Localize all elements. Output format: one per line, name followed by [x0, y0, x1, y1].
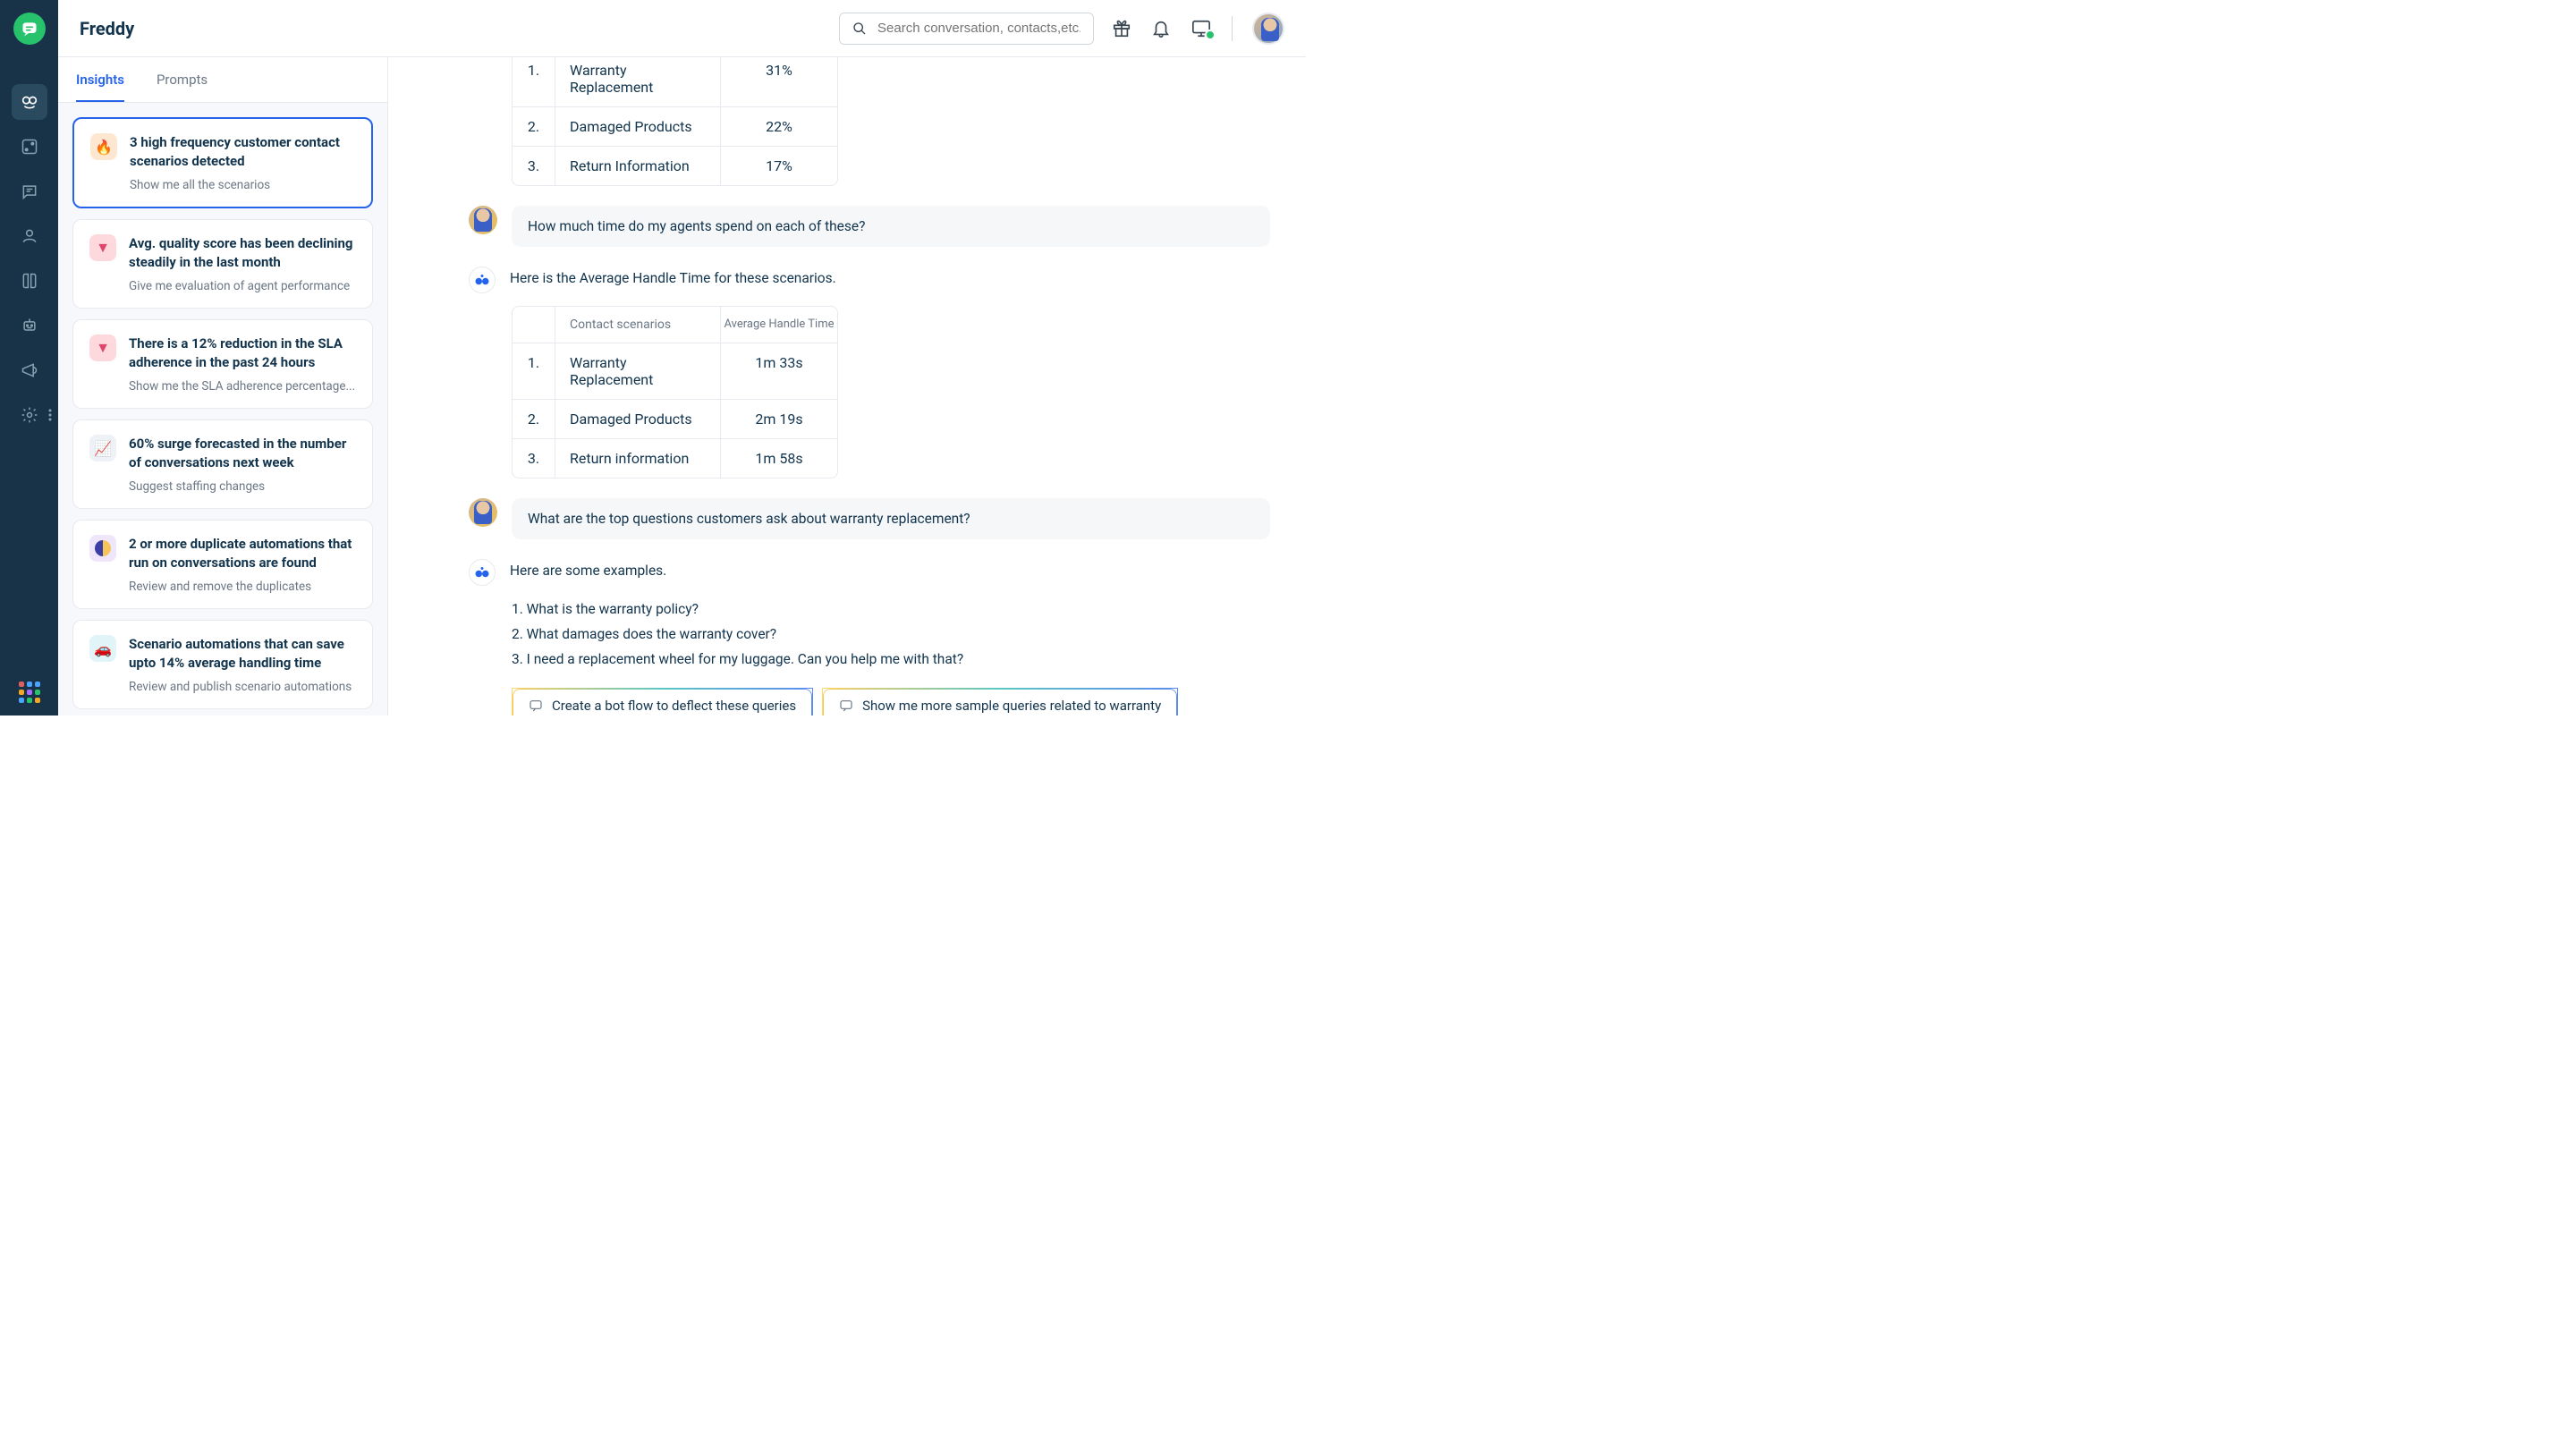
search-icon — [852, 21, 867, 37]
monitor-status-icon[interactable] — [1191, 19, 1212, 38]
nav-rail — [0, 0, 58, 716]
search-input[interactable] — [877, 21, 1080, 36]
user-avatar — [469, 498, 497, 527]
user-avatar — [469, 206, 497, 234]
chart-up-icon: 📈 — [89, 435, 116, 461]
insight-card[interactable]: 🚗 Scenario automations that can save upt… — [72, 620, 373, 709]
topbar: Freddy — [58, 0, 1306, 57]
nav-dashboard[interactable] — [12, 129, 47, 165]
nav-bots[interactable] — [12, 308, 47, 343]
automation-icon: 🚗 — [89, 635, 116, 662]
nav-campaigns[interactable] — [12, 352, 47, 388]
user-message: How much time do my agents spend on each… — [512, 206, 1270, 247]
chat-icon — [839, 699, 853, 713]
nav-freddy[interactable] — [12, 84, 47, 120]
insight-card[interactable]: 🔥 3 high frequency customer contact scen… — [72, 117, 373, 208]
example-questions: 1. What is the warranty policy? 2. What … — [512, 597, 1270, 672]
create-bot-flow-button[interactable]: Create a bot flow to deflect these queri… — [512, 688, 813, 716]
chat-icon — [529, 699, 543, 713]
trend-down-icon: ▼ — [89, 334, 116, 361]
gift-icon[interactable] — [1112, 19, 1131, 38]
insight-card[interactable]: 2 or more duplicate automations that run… — [72, 520, 373, 609]
nav-knowledge[interactable] — [12, 263, 47, 299]
aht-table: .Contact scenariosAverage Handle Time 1.… — [512, 306, 838, 478]
app-logo — [13, 13, 46, 45]
trend-down-icon: ▼ — [89, 234, 116, 261]
insight-card[interactable]: ▼ There is a 12% reduction in the SLA ad… — [72, 319, 373, 409]
tab-insights[interactable]: Insights — [76, 72, 124, 102]
insight-card[interactable]: ▼ Avg. quality score has been declining … — [72, 219, 373, 309]
bell-icon[interactable] — [1151, 19, 1171, 38]
profile-avatar[interactable] — [1252, 13, 1284, 45]
bot-avatar — [469, 267, 496, 293]
app-switcher-icon[interactable] — [19, 682, 40, 703]
chat-content: 1.Warranty Replacement31% 2.Damaged Prod… — [388, 57, 1306, 716]
show-more-queries-button[interactable]: Show me more sample queries related to w… — [822, 688, 1178, 716]
scenarios-table: 1.Warranty Replacement31% 2.Damaged Prod… — [512, 57, 838, 186]
insights-sidebar: Insights Prompts 🔥 3 high frequency cust… — [58, 57, 388, 716]
insight-card[interactable]: 📈 60% surge forecasted in the number of … — [72, 419, 373, 509]
user-message: What are the top questions customers ask… — [512, 498, 1270, 539]
nav-conversations[interactable] — [12, 174, 47, 209]
fire-icon: 🔥 — [90, 133, 117, 160]
bot-message: Here are some examples. — [510, 559, 666, 579]
sidebar-tabs: Insights Prompts — [58, 57, 387, 103]
bot-avatar — [469, 559, 496, 586]
tab-prompts[interactable]: Prompts — [157, 72, 208, 102]
search-input-wrap[interactable] — [839, 13, 1094, 45]
bot-message: Here is the Average Handle Time for thes… — [510, 267, 836, 286]
page-title: Freddy — [80, 18, 134, 39]
nav-contacts[interactable] — [12, 218, 47, 254]
nav-settings[interactable] — [12, 397, 47, 433]
duplicate-icon — [89, 535, 116, 562]
